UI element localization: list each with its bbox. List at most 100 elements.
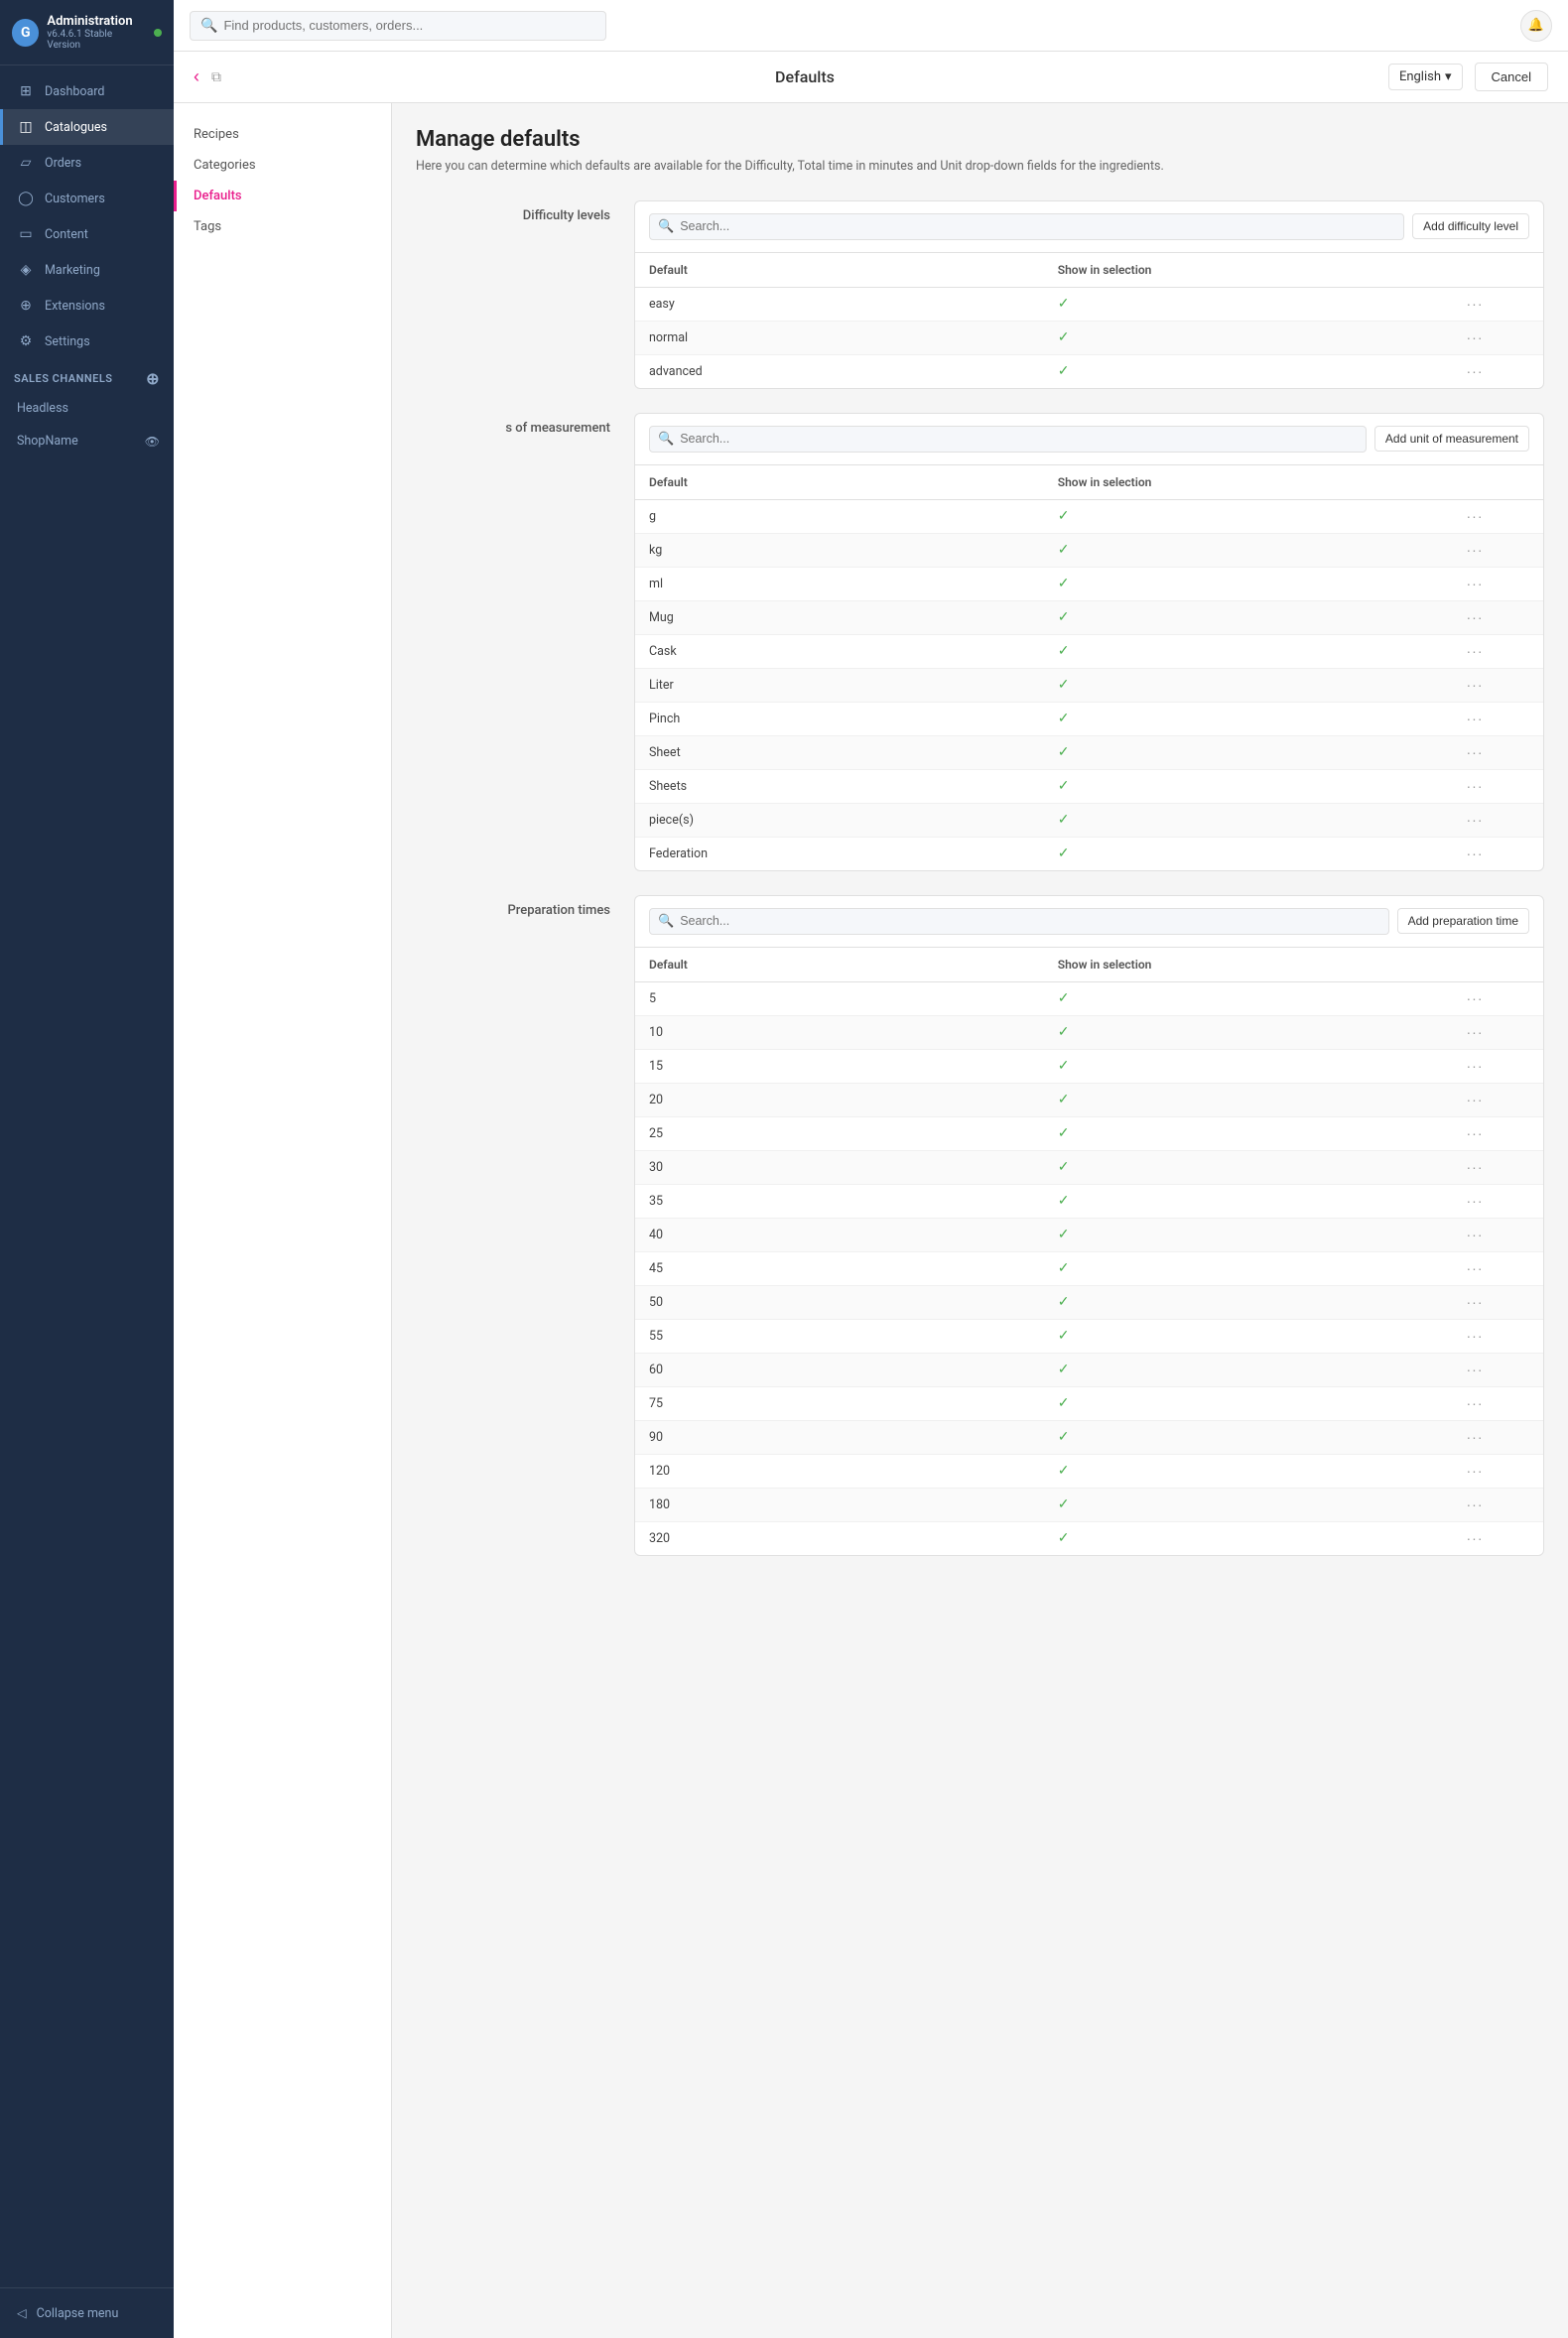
row-actions-button[interactable]: ··· xyxy=(1467,1058,1484,1074)
search-input[interactable] xyxy=(223,18,595,33)
preparation-card: 🔍 Add preparation time Default Show in s… xyxy=(634,895,1544,1556)
unit-default-cell: Federation xyxy=(635,837,1044,870)
row-actions-button[interactable]: ··· xyxy=(1467,1294,1484,1310)
add-preparation-button[interactable]: Add preparation time xyxy=(1397,908,1529,934)
collapse-menu-button[interactable]: ◁ Collapse menu xyxy=(0,2296,174,2330)
add-unit-button[interactable]: Add unit of measurement xyxy=(1374,426,1529,452)
prep-actions-cell: ··· xyxy=(1453,1521,1544,1555)
row-actions-button[interactable]: ··· xyxy=(1467,542,1484,558)
sidebar-item-marketing[interactable]: ◈ Marketing xyxy=(0,252,174,288)
unit-actions-cell: ··· xyxy=(1453,837,1544,870)
row-actions-button[interactable]: ··· xyxy=(1467,1395,1484,1411)
left-nav-item-recipes[interactable]: Recipes xyxy=(174,119,391,150)
difficulty-search-input[interactable] xyxy=(680,219,1395,233)
table-row: advanced ✓ ··· xyxy=(635,354,1543,388)
unit-default-cell: Cask xyxy=(635,634,1044,668)
col-header-actions xyxy=(1453,948,1544,982)
row-actions-button[interactable]: ··· xyxy=(1467,643,1484,659)
sidebar-item-customers[interactable]: ◯ Customers xyxy=(0,181,174,216)
row-actions-button[interactable]: ··· xyxy=(1467,1260,1484,1276)
sidebar-item-shopname[interactable]: ShopName 👁 xyxy=(0,425,174,457)
copy-button[interactable]: ⧉ xyxy=(211,68,221,85)
cancel-button[interactable]: Cancel xyxy=(1475,63,1548,91)
row-actions-button[interactable]: ··· xyxy=(1467,677,1484,693)
add-sales-channel-icon[interactable]: ⊕ xyxy=(146,369,160,388)
units-table-body: g ✓ ··· kg ✓ ··· ml ✓ ··· Mug ✓ ··· Cask… xyxy=(635,499,1543,870)
table-row: ml ✓ ··· xyxy=(635,567,1543,600)
check-icon: ✓ xyxy=(1058,1125,1070,1141)
row-actions-button[interactable]: ··· xyxy=(1467,296,1484,312)
prep-show-cell: ✓ xyxy=(1044,1488,1453,1521)
sidebar-item-orders[interactable]: ▱ Orders xyxy=(0,145,174,181)
row-actions-button[interactable]: ··· xyxy=(1467,1496,1484,1512)
row-actions-button[interactable]: ··· xyxy=(1467,845,1484,861)
prep-actions-cell: ··· xyxy=(1453,1353,1544,1386)
check-icon: ✓ xyxy=(1058,812,1070,828)
row-actions-button[interactable]: ··· xyxy=(1467,711,1484,726)
sidebar-item-headless[interactable]: Headless xyxy=(0,392,174,425)
units-search-field[interactable]: 🔍 xyxy=(649,426,1367,453)
row-actions-button[interactable]: ··· xyxy=(1467,1530,1484,1546)
row-actions-button[interactable]: ··· xyxy=(1467,1159,1484,1175)
sidebar-item-dashboard[interactable]: ⊞ Dashboard xyxy=(0,73,174,109)
row-actions-button[interactable]: ··· xyxy=(1467,329,1484,345)
row-actions-button[interactable]: ··· xyxy=(1467,812,1484,828)
preparation-search-field[interactable]: 🔍 xyxy=(649,908,1389,935)
sidebar-item-content[interactable]: ▭ Content xyxy=(0,216,174,252)
sidebar-item-catalogues[interactable]: ◫ Catalogues xyxy=(0,109,174,145)
language-selector[interactable]: English ▾ xyxy=(1388,64,1463,90)
sidebar-nav: ⊞ Dashboard ◫ Catalogues ▱ Orders ◯ Cust… xyxy=(0,65,174,2287)
left-nav-item-categories[interactable]: Categories xyxy=(174,150,391,181)
unit-actions-cell: ··· xyxy=(1453,499,1544,533)
preparation-section: Preparation times 🔍 Add preparation time… xyxy=(416,895,1544,1556)
row-actions-button[interactable]: ··· xyxy=(1467,609,1484,625)
back-button[interactable]: ‹ xyxy=(194,66,199,87)
units-search-input[interactable] xyxy=(680,432,1358,446)
dashboard-icon: ⊞ xyxy=(17,82,35,100)
row-actions-button[interactable]: ··· xyxy=(1467,1024,1484,1040)
row-actions-button[interactable]: ··· xyxy=(1467,363,1484,379)
row-actions-button[interactable]: ··· xyxy=(1467,508,1484,524)
sidebar-item-settings[interactable]: ⚙ Settings xyxy=(0,324,174,359)
row-actions-button[interactable]: ··· xyxy=(1467,1463,1484,1479)
unit-actions-cell: ··· xyxy=(1453,533,1544,567)
preparation-search-input[interactable] xyxy=(680,914,1379,928)
row-actions-button[interactable]: ··· xyxy=(1467,778,1484,794)
prep-actions-cell: ··· xyxy=(1453,1319,1544,1353)
unit-actions-cell: ··· xyxy=(1453,634,1544,668)
check-icon: ✓ xyxy=(1058,1328,1070,1344)
row-actions-button[interactable]: ··· xyxy=(1467,990,1484,1006)
difficulty-search-field[interactable]: 🔍 xyxy=(649,213,1404,240)
visibility-icon[interactable]: 👁 xyxy=(145,435,160,449)
sidebar-bottom: ◁ Collapse menu xyxy=(0,2287,174,2338)
prep-show-cell: ✓ xyxy=(1044,1015,1453,1049)
check-icon: ✓ xyxy=(1058,778,1070,794)
check-icon: ✓ xyxy=(1058,329,1070,345)
notification-button[interactable]: 🔔 xyxy=(1520,10,1552,42)
row-actions-button[interactable]: ··· xyxy=(1467,1429,1484,1445)
row-actions-button[interactable]: ··· xyxy=(1467,1092,1484,1107)
difficulty-show-cell: ✓ xyxy=(1044,354,1453,388)
row-actions-button[interactable]: ··· xyxy=(1467,1193,1484,1209)
catalogues-icon: ◫ xyxy=(17,118,35,136)
prep-show-cell: ✓ xyxy=(1044,1116,1453,1150)
table-row: g ✓ ··· xyxy=(635,499,1543,533)
row-actions-button[interactable]: ··· xyxy=(1467,744,1484,760)
prep-default-cell: 50 xyxy=(635,1285,1044,1319)
row-actions-button[interactable]: ··· xyxy=(1467,1125,1484,1141)
row-actions-button[interactable]: ··· xyxy=(1467,576,1484,591)
row-actions-button[interactable]: ··· xyxy=(1467,1328,1484,1344)
row-actions-button[interactable]: ··· xyxy=(1467,1362,1484,1377)
topbar-search[interactable]: 🔍 xyxy=(190,11,606,41)
left-nav-item-defaults[interactable]: Defaults xyxy=(174,181,391,211)
table-row: Cask ✓ ··· xyxy=(635,634,1543,668)
table-row: 25 ✓ ··· xyxy=(635,1116,1543,1150)
add-difficulty-button[interactable]: Add difficulty level xyxy=(1412,213,1529,239)
sidebar-item-extensions[interactable]: ⊕ Extensions xyxy=(0,288,174,324)
table-row: 35 ✓ ··· xyxy=(635,1184,1543,1218)
left-nav-item-tags[interactable]: Tags xyxy=(174,211,391,242)
check-icon: ✓ xyxy=(1058,643,1070,659)
sidebar: G Administration v6.4.6.1 Stable Version… xyxy=(0,0,174,2338)
row-actions-button[interactable]: ··· xyxy=(1467,1227,1484,1242)
units-card: 🔍 Add unit of measurement Default Show i… xyxy=(634,413,1544,871)
